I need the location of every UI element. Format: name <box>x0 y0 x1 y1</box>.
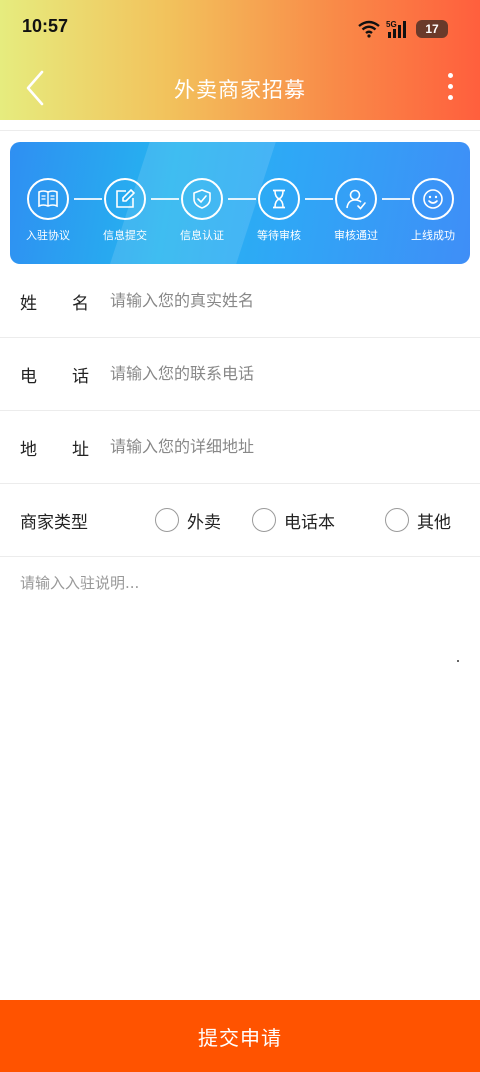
svg-text:5G: 5G <box>386 20 397 29</box>
textarea-resize-handle[interactable] <box>457 660 459 662</box>
name-label-char: 姓 <box>20 294 37 314</box>
phone-label-char: 电 <box>20 367 37 387</box>
signal-5g-icon: 5G <box>386 20 406 38</box>
user-check-icon <box>346 189 366 210</box>
name-label-char: 名 <box>72 294 89 314</box>
step-review-passed: 审核通过 <box>320 178 392 243</box>
radio-circle-icon <box>155 508 179 532</box>
smile-icon <box>423 189 443 209</box>
address-label-char: 址 <box>72 440 89 460</box>
more-menu-button[interactable] <box>444 70 456 106</box>
step-info-submit: 信息提交 <box>89 178 161 243</box>
shield-check-icon <box>193 189 211 209</box>
radio-label: 电话本 <box>284 512 335 533</box>
step-label: 等待审核 <box>257 229 301 242</box>
phone-label-char: 话 <box>72 367 89 387</box>
step-online-success: 上线成功 <box>397 178 469 243</box>
merchant-type-row: 商家类型 外卖 电话本 其他 <box>0 483 480 557</box>
submit-button[interactable]: 提交申请 <box>0 1000 480 1072</box>
name-row: 姓名 <box>0 264 480 338</box>
radio-label: 外卖 <box>187 512 221 533</box>
book-icon <box>38 190 58 208</box>
wifi-icon <box>358 20 380 38</box>
more-dot-icon <box>447 84 453 89</box>
step-label: 入驻协议 <box>26 229 70 242</box>
phone-row: 电话 <box>0 337 480 411</box>
step-label: 信息提交 <box>103 229 147 242</box>
radio-label: 其他 <box>417 512 451 533</box>
name-input[interactable] <box>110 286 450 314</box>
merchant-type-label: 商家类型 <box>20 513 88 533</box>
more-dot-icon <box>447 73 453 78</box>
nav-bar: 外卖商家招募 <box>0 56 480 120</box>
address-label-char: 地 <box>20 440 37 460</box>
page-title: 外卖商家招募 <box>174 78 306 102</box>
step-label: 审核通过 <box>334 229 378 242</box>
progress-steps-banner: 入驻协议 信息提交 信息认证 等待审核 审核通过 上线成功 <box>10 142 470 264</box>
status-bar: 10:57 5G 17 <box>0 0 480 56</box>
step-label: 信息认证 <box>180 229 224 242</box>
name-label: 姓名 <box>20 289 89 314</box>
phone-label: 电话 <box>20 362 89 387</box>
divider <box>0 130 480 131</box>
radio-option-other[interactable]: 其他 <box>385 507 451 533</box>
phone-input[interactable] <box>110 359 450 387</box>
step-info-verify: 信息认证 <box>166 178 238 243</box>
status-time: 10:57 <box>22 16 69 36</box>
hourglass-icon <box>273 189 285 209</box>
edit-icon <box>116 189 135 208</box>
step-agreement: 入驻协议 <box>12 178 84 243</box>
battery-indicator: 17 <box>416 20 448 38</box>
more-dot-icon <box>447 95 453 100</box>
radio-option-takeout[interactable]: 外卖 <box>155 507 221 533</box>
address-label: 地址 <box>20 435 89 460</box>
radio-circle-icon <box>385 508 409 532</box>
radio-circle-icon <box>252 508 276 532</box>
status-icons: 5G 17 <box>358 18 448 40</box>
step-waiting-review: 等待审核 <box>243 178 315 243</box>
description-textarea[interactable] <box>20 572 460 662</box>
step-label: 上线成功 <box>411 229 455 242</box>
radio-option-phonebook[interactable]: 电话本 <box>252 507 335 533</box>
address-input[interactable] <box>110 432 450 460</box>
address-row: 地址 <box>0 410 480 484</box>
